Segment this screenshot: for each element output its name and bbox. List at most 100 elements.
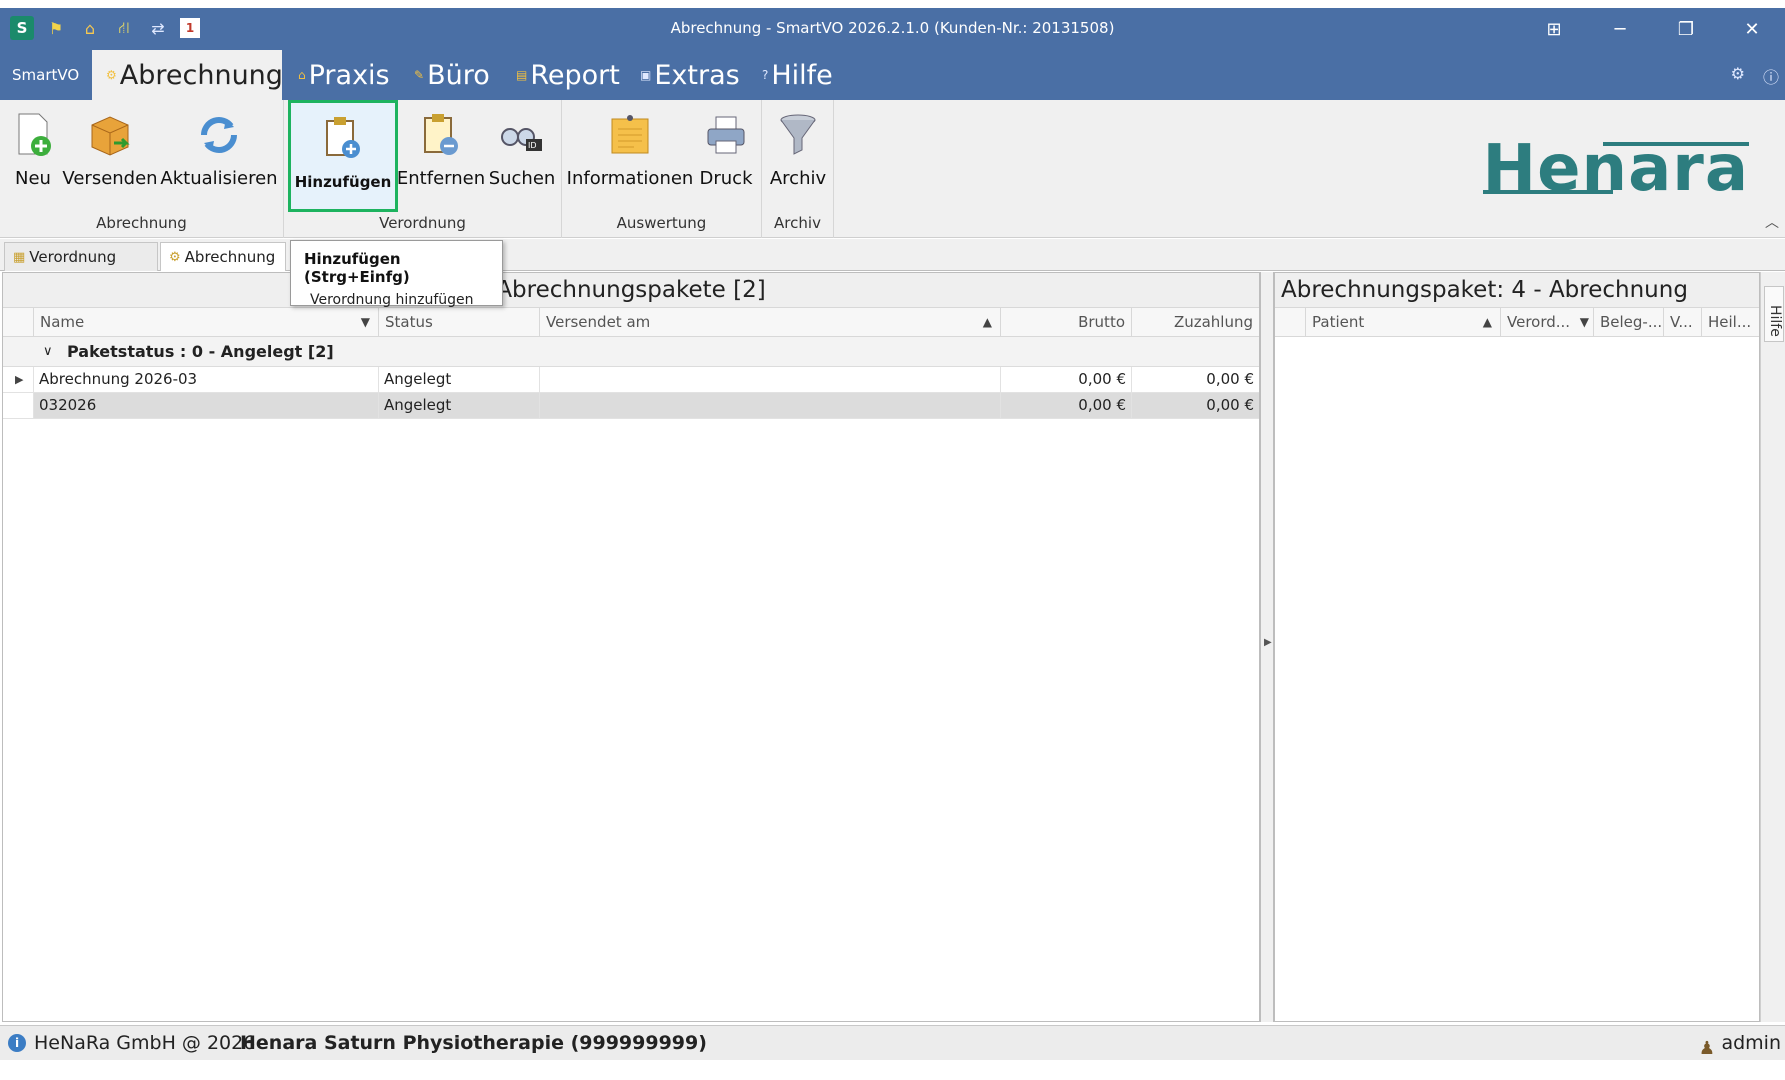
minimize-button[interactable]: ─ (1587, 8, 1653, 50)
splitter-arrow-icon[interactable]: ▶ (1264, 637, 1272, 648)
cell-versendet (539, 393, 1000, 418)
column-header-beleg[interactable]: Beleg-... (1593, 308, 1663, 337)
column-header-name[interactable]: Name ▼ (33, 308, 378, 337)
tab-abrechnung[interactable]: ⚙ Abrechnung (92, 50, 283, 100)
info-icon[interactable]: ⓘ (1763, 64, 1779, 88)
entfernen-button[interactable]: Entfernen (397, 106, 485, 210)
right-sidebar: Hilfe (1760, 272, 1785, 1022)
column-header-patient[interactable]: Patient ▲ (1305, 308, 1500, 337)
send-package-icon (87, 110, 133, 160)
cell-zuzahlung: 0,00 € (1131, 367, 1259, 392)
tab-praxis[interactable]: ⌂ Praxis (292, 50, 396, 100)
help-icon: ? (762, 68, 769, 82)
office-icon: ✎ (414, 68, 425, 82)
neu-button[interactable]: Neu (10, 106, 56, 210)
cell-status: Angelegt (378, 393, 539, 418)
abrechnungspaket-detail-grid: Abrechnungspaket: 4 - Abrechnung 2026-03… (1274, 272, 1760, 1022)
ribbon-group-label: Archiv (774, 214, 821, 232)
new-document-icon (10, 110, 56, 160)
table-row[interactable]: 032026 Angelegt 0,00 € 0,00 € (3, 393, 1259, 419)
tab-label: Report (530, 59, 620, 91)
cell-versendet (539, 367, 1000, 392)
informationen-button[interactable]: Informationen (567, 106, 693, 210)
cell-zuzahlung: 0,00 € (1131, 393, 1259, 418)
panel-splitter[interactable]: ▶ (1260, 272, 1274, 1022)
chevron-down-icon[interactable]: ∨ (43, 337, 53, 367)
tab-buero[interactable]: ✎ Büro (408, 50, 496, 100)
home-icon: ⌂ (298, 68, 306, 82)
tab-label: SmartVO (12, 66, 80, 84)
suchen-button[interactable]: ID Suchen (489, 106, 555, 210)
extras-icon: ▣ (640, 68, 652, 82)
clipboard-add-icon (320, 113, 366, 163)
group-row-paketstatus[interactable]: ∨ Paketstatus : 0 - Angelegt [2] (3, 337, 1259, 367)
cell-brutto: 0,00 € (1000, 393, 1131, 418)
window-controls: ⊞ ─ ❐ ✕ (1521, 8, 1785, 50)
sort-ascending-icon[interactable]: ▲ (1483, 308, 1492, 337)
tab-label: Praxis (308, 59, 390, 91)
table-row[interactable]: ▶ Abrechnung 2026-03 Angelegt 0,00 € 0,0… (3, 367, 1259, 393)
cell-status: Angelegt (378, 367, 539, 392)
druck-button[interactable]: Druck (698, 106, 754, 210)
funnel-icon (775, 110, 821, 160)
clipboard-icon: ▦ (13, 249, 26, 265)
cell-name: Abrechnung 2026-03 (33, 367, 378, 392)
column-header-v[interactable]: V... (1663, 308, 1701, 337)
document-tabs: ▦ Verordnung ⚙ Abrechnung (0, 239, 1785, 271)
hilfe-side-tab[interactable]: Hilfe (1764, 286, 1784, 342)
ribbon-group-auswertung: Informationen Druck Auswertung (562, 100, 762, 238)
cell-name: 032026 (33, 393, 378, 418)
billing-icon: ⚙ (169, 249, 181, 265)
column-header-zuzahlung[interactable]: Zuzahlung (1131, 308, 1259, 337)
ribbon: Neu Versenden Aktualisieren Abrechnung H… (0, 100, 1785, 238)
user-icon: ♟ (1698, 1038, 1715, 1059)
ribbon-group-label: Verordnung (379, 214, 466, 232)
hinzufuegen-button[interactable]: Hinzufügen (288, 100, 398, 212)
tab-label: Abrechnung (119, 59, 283, 91)
tab-report[interactable]: ▤ Report (510, 50, 626, 100)
ribbon-group-abrechnung: Neu Versenden Aktualisieren Abrechnung (0, 100, 284, 238)
doc-tab-verordnung[interactable]: ▦ Verordnung (4, 242, 158, 271)
tab-label: Hilfe (771, 59, 833, 91)
ribbon-group-verordnung: Hinzufügen Entfernen ID Suchen Verordnun… (284, 100, 562, 238)
column-header-versendet[interactable]: Versendet am ▲ (539, 308, 1000, 337)
tooltip-title: Hinzufügen (Strg+Einfg) (304, 250, 410, 286)
aktualisieren-button[interactable]: Aktualisieren (160, 106, 278, 210)
ribbon-group-archiv: Archiv Archiv (762, 100, 834, 238)
column-header-verordnung[interactable]: Verord... ▼ (1500, 308, 1593, 337)
menu-bar: SmartVO ⚙ Abrechnung ⌂ Praxis ✎ Büro ▤ R… (0, 50, 1785, 100)
filter-dropdown-icon[interactable]: ▼ (1580, 308, 1589, 337)
info-icon: i (8, 1034, 26, 1052)
tab-hilfe[interactable]: ? Hilfe (756, 50, 839, 100)
notes-icon (607, 110, 653, 160)
tab-extras[interactable]: ▣ Extras (634, 50, 746, 100)
abrechnungspakete-grid: Abrechnungspakete [2] Name ▼ Status Vers… (2, 272, 1260, 1022)
column-header-brutto[interactable]: Brutto (1000, 308, 1131, 337)
archiv-button[interactable]: Archiv (770, 106, 826, 210)
clipboard-remove-icon (418, 110, 464, 160)
filter-dropdown-icon[interactable]: ▼ (361, 308, 370, 337)
layout-icon[interactable]: ⊞ (1521, 8, 1587, 50)
printer-icon (703, 110, 749, 160)
column-header-row: Name ▼ Status Versendet am ▲ Brutto Zuza… (3, 307, 1259, 337)
sort-ascending-icon[interactable]: ▲ (983, 308, 992, 337)
title-bar: S ⚑ ⌂ ⛙ ⇄ 1 Abrechnung - SmartVO 2026.2.… (0, 8, 1785, 50)
collapse-ribbon-icon[interactable]: ︿ (1765, 212, 1779, 232)
restore-button[interactable]: ❐ (1653, 8, 1719, 50)
settings-icon[interactable]: ⚙ (1731, 64, 1745, 83)
user-label[interactable]: admin (1721, 1026, 1781, 1060)
refresh-icon (196, 110, 242, 160)
report-icon: ▤ (516, 68, 528, 82)
column-header-status[interactable]: Status (378, 308, 539, 337)
close-button[interactable]: ✕ (1719, 8, 1785, 50)
ribbon-group-label: Abrechnung (96, 214, 187, 232)
praxis-label: Henara Saturn Physiotherapie (999999999) (240, 1032, 707, 1054)
versenden-button[interactable]: Versenden (62, 106, 158, 210)
ribbon-group-label: Auswertung (616, 214, 707, 232)
row-expand-icon[interactable]: ▶ (15, 367, 23, 392)
doc-tab-abrechnung[interactable]: ⚙ Abrechnung (160, 242, 286, 271)
tab-label: Büro (427, 59, 490, 91)
tab-smartvo[interactable]: SmartVO (6, 50, 85, 100)
company-label: HeNaRa GmbH @ 2026 (34, 1032, 256, 1054)
column-header-heil[interactable]: Heil... (1701, 308, 1759, 337)
